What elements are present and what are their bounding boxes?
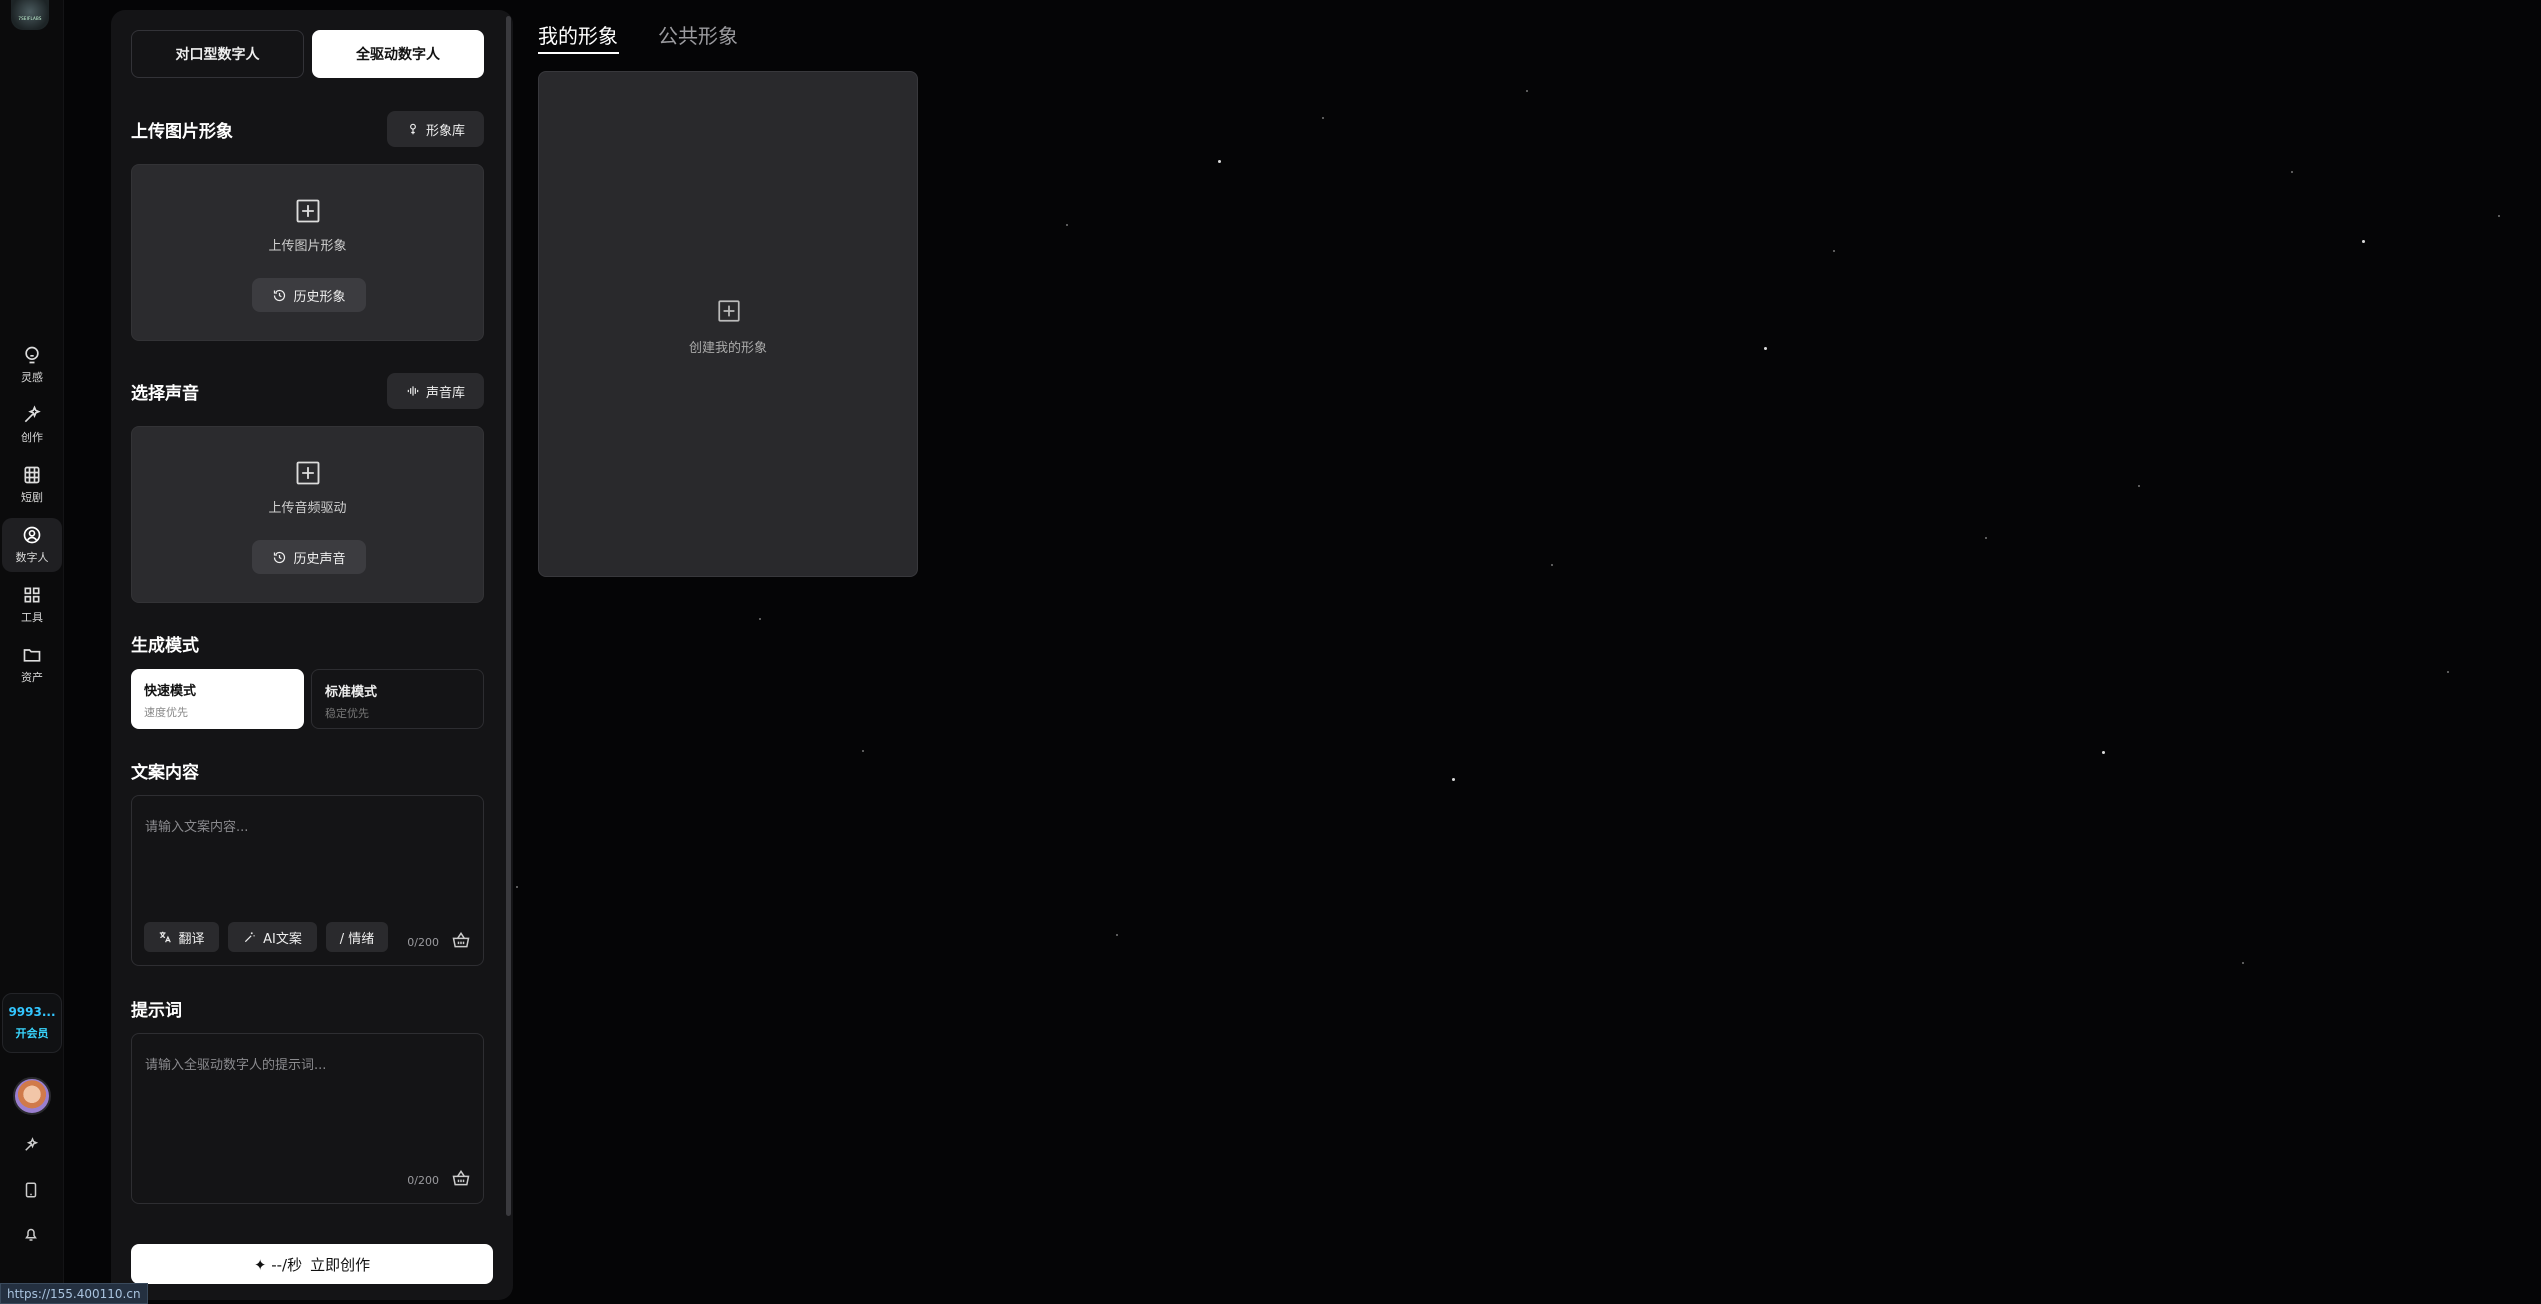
left-rail: 7SEIFLABS 灵感 创作 短剧 数字人 工具 资产 9993... 开会员 xyxy=(0,0,64,1304)
history-voice-label: 历史声音 xyxy=(293,551,346,567)
plus-square-icon xyxy=(296,199,320,223)
translate-icon xyxy=(160,931,172,943)
script-placeholder: 请输入文案内容... xyxy=(145,820,249,835)
prompt-textarea[interactable]: 请输入全驱动数字人的提示词... 0/200 xyxy=(131,1033,484,1204)
history-image-button[interactable]: 历史形象 xyxy=(252,278,366,312)
magic-wand-icon xyxy=(245,932,255,943)
plus-square-icon xyxy=(718,300,740,322)
script-textarea[interactable]: 请输入文案内容... 翻译 AI文案 / 情绪 0/200 xyxy=(131,795,484,966)
create-avatar-card[interactable]: 创建我的形象 xyxy=(538,71,918,577)
history-image-label: 历史形象 xyxy=(293,289,346,305)
sidebar-item-tools[interactable]: 工具 xyxy=(2,578,62,632)
mode-section-title: 生成模式 xyxy=(131,636,199,656)
ai-copy-button[interactable]: AI文案 xyxy=(228,922,317,952)
history-icon xyxy=(274,289,286,301)
sidebar-item-digital-human[interactable]: 数字人 xyxy=(2,518,62,572)
mode-subtitle: 稳定优先 xyxy=(325,707,369,720)
voice-section-title: 选择声音 xyxy=(131,384,199,404)
image-section-title: 上传图片形象 xyxy=(131,122,233,142)
create-avatar-label: 创建我的形象 xyxy=(688,341,767,356)
script-section-title: 文案内容 xyxy=(131,763,199,783)
active-tab-indicator xyxy=(538,52,619,54)
tab-public-avatars[interactable]: 公共形象 xyxy=(658,20,738,49)
mode-title: 标准模式 xyxy=(325,685,378,700)
tab-lipsync-digital-human[interactable]: 对口型数字人 xyxy=(131,30,304,78)
tab-my-avatars[interactable]: 我的形象 xyxy=(538,20,618,49)
sidebar-item-create[interactable]: 创作 xyxy=(2,398,62,452)
voice-library-label: 声音库 xyxy=(425,385,465,401)
history-voice-button[interactable]: 历史声音 xyxy=(252,540,366,574)
standard-mode-option[interactable]: 标准模式 稳定优先 xyxy=(311,669,484,729)
emotion-label: / 情绪 xyxy=(339,931,375,947)
mode-subtitle: 速度优先 xyxy=(144,706,188,719)
prompt-section-title: 提示词 xyxy=(131,1001,182,1021)
film-icon xyxy=(24,466,40,484)
credits-count: 9993... xyxy=(8,1005,56,1019)
person-icon xyxy=(23,526,41,544)
sidebar-item-label: 工具 xyxy=(21,611,43,624)
create-label: 立即创作 xyxy=(310,1255,371,1274)
plus-square-icon xyxy=(296,461,320,485)
folder-icon xyxy=(23,649,41,662)
sidebar-item-label: 资产 xyxy=(21,671,43,684)
audio-upload-area[interactable]: 上传音频驱动 历史声音 xyxy=(131,426,484,603)
sparkle-wand-icon xyxy=(24,405,41,423)
translate-button[interactable]: 翻译 xyxy=(144,922,219,952)
image-upload-area[interactable]: 上传图片形象 历史形象 xyxy=(131,164,484,341)
sidebar-item-label: 创作 xyxy=(21,431,43,444)
clear-basket-icon[interactable] xyxy=(451,930,471,950)
script-char-counter: 0/200 xyxy=(407,936,439,949)
sidebar-item-label: 数字人 xyxy=(15,551,49,564)
image-library-label: 形象库 xyxy=(425,123,465,139)
sidebar-item-label: 灵感 xyxy=(21,371,43,384)
vip-label: 开会员 xyxy=(15,1027,49,1040)
status-bar-url: https://155.400110.cn xyxy=(0,1283,148,1304)
sidebar-item-assets[interactable]: 资产 xyxy=(2,638,62,692)
prompt-placeholder: 请输入全驱动数字人的提示词... xyxy=(145,1058,327,1073)
emotion-button[interactable]: / 情绪 xyxy=(326,922,388,952)
history-icon xyxy=(274,551,286,563)
voice-library-button[interactable]: 声音库 xyxy=(387,373,484,409)
sidebar-item-inspiration[interactable]: 灵感 xyxy=(2,338,62,392)
create-cost: ✦ --/秒 xyxy=(253,1255,303,1274)
ai-copy-label: AI文案 xyxy=(263,931,302,947)
clear-basket-icon[interactable] xyxy=(451,1168,471,1188)
tab-full-drive-digital-human[interactable]: 全驱动数字人 xyxy=(312,30,484,78)
prompt-char-counter: 0/200 xyxy=(407,1174,439,1187)
fast-mode-option[interactable]: 快速模式 速度优先 xyxy=(131,669,304,729)
image-upload-text: 上传图片形象 xyxy=(268,239,347,254)
sidebar-item-drama[interactable]: 短剧 xyxy=(2,458,62,512)
sparkle-icon[interactable] xyxy=(20,1134,42,1156)
panel-scrollbar[interactable] xyxy=(506,16,511,1216)
sidebar-item-label: 短剧 xyxy=(21,491,43,504)
mode-title: 快速模式 xyxy=(144,684,197,699)
image-library-button[interactable]: 形象库 xyxy=(387,111,484,147)
waveform-icon xyxy=(407,386,419,396)
avatar[interactable] xyxy=(13,1077,51,1115)
logo-text: 7SEIFLABS xyxy=(18,16,42,21)
translate-label: 翻译 xyxy=(178,931,205,947)
bell-icon[interactable] xyxy=(20,1223,42,1245)
credits-badge[interactable]: 9993... 开会员 xyxy=(2,993,62,1053)
user-pin-icon xyxy=(410,123,416,135)
create-now-button[interactable]: ✦ --/秒 立即创作 xyxy=(131,1244,493,1284)
audio-upload-text: 上传音频驱动 xyxy=(268,501,347,516)
grid-icon xyxy=(24,587,40,603)
brand-logo[interactable]: 7SEIFLABS xyxy=(11,0,49,30)
bulb-icon xyxy=(25,346,39,364)
tablet-icon[interactable] xyxy=(20,1179,42,1201)
